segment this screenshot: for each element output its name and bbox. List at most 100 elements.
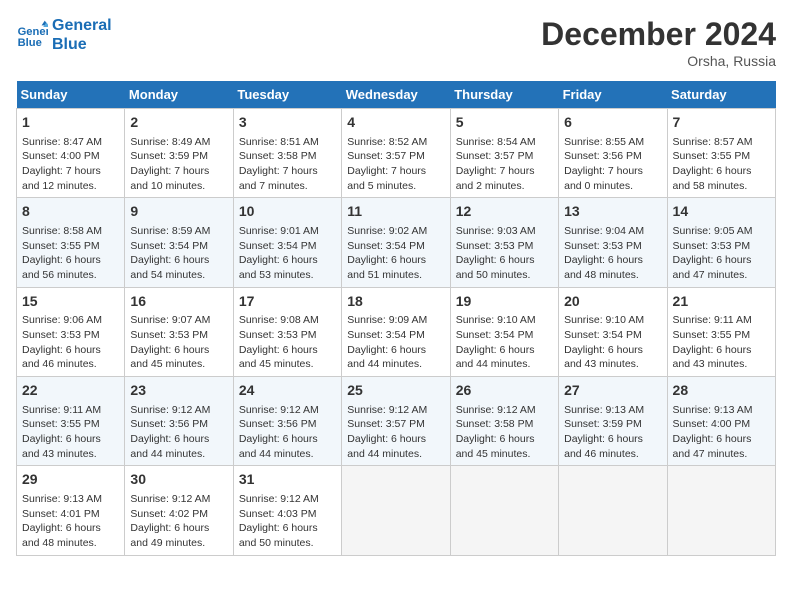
sunset-label: Sunset: 3:59 PM (130, 150, 208, 162)
sunrise-label: Sunrise: 9:09 AM (347, 314, 427, 326)
page-header: General Blue General Blue December 2024 … (16, 16, 776, 69)
daylight-minutes: and 53 minutes. (239, 269, 314, 281)
daylight-minutes: and 5 minutes. (347, 180, 416, 192)
calendar-week-5: 29Sunrise: 9:13 AMSunset: 4:01 PMDayligh… (17, 466, 776, 555)
calendar-cell: 16Sunrise: 9:07 AMSunset: 3:53 PMDayligh… (125, 287, 233, 376)
col-monday: Monday (125, 81, 233, 109)
daylight-minutes: and 47 minutes. (673, 269, 748, 281)
daylight-minutes: and 44 minutes. (347, 358, 422, 370)
daylight-minutes: and 0 minutes. (564, 180, 633, 192)
daylight-label: Daylight: 6 hours (456, 344, 535, 356)
day-number: 8 (22, 202, 119, 222)
sunset-label: Sunset: 3:53 PM (564, 240, 642, 252)
daylight-minutes: and 43 minutes. (673, 358, 748, 370)
title-area: December 2024 Orsha, Russia (541, 16, 776, 69)
calendar-cell: 19Sunrise: 9:10 AMSunset: 3:54 PMDayligh… (450, 287, 558, 376)
sunrise-label: Sunrise: 9:10 AM (564, 314, 644, 326)
calendar-cell: 30Sunrise: 9:12 AMSunset: 4:02 PMDayligh… (125, 466, 233, 555)
sunrise-label: Sunrise: 9:04 AM (564, 225, 644, 237)
daylight-minutes: and 51 minutes. (347, 269, 422, 281)
calendar-cell: 22Sunrise: 9:11 AMSunset: 3:55 PMDayligh… (17, 377, 125, 466)
daylight-minutes: and 46 minutes. (22, 358, 97, 370)
calendar-cell: 29Sunrise: 9:13 AMSunset: 4:01 PMDayligh… (17, 466, 125, 555)
daylight-label: Daylight: 6 hours (564, 433, 643, 445)
col-tuesday: Tuesday (233, 81, 341, 109)
sunset-label: Sunset: 3:57 PM (347, 150, 425, 162)
day-number: 10 (239, 202, 336, 222)
logo-general: General (52, 16, 112, 35)
logo-icon: General Blue (16, 19, 48, 51)
day-number: 28 (673, 381, 770, 401)
sunset-label: Sunset: 4:02 PM (130, 508, 208, 520)
sunset-label: Sunset: 3:54 PM (456, 329, 534, 341)
calendar-cell: 14Sunrise: 9:05 AMSunset: 3:53 PMDayligh… (667, 198, 775, 287)
calendar-cell: 2Sunrise: 8:49 AMSunset: 3:59 PMDaylight… (125, 109, 233, 198)
calendar-cell: 10Sunrise: 9:01 AMSunset: 3:54 PMDayligh… (233, 198, 341, 287)
calendar-cell: 21Sunrise: 9:11 AMSunset: 3:55 PMDayligh… (667, 287, 775, 376)
col-saturday: Saturday (667, 81, 775, 109)
daylight-minutes: and 44 minutes. (456, 358, 531, 370)
daylight-minutes: and 45 minutes. (239, 358, 314, 370)
daylight-minutes: and 50 minutes. (239, 537, 314, 549)
calendar-cell: 8Sunrise: 8:58 AMSunset: 3:55 PMDaylight… (17, 198, 125, 287)
sunrise-label: Sunrise: 9:11 AM (673, 314, 752, 326)
daylight-label: Daylight: 7 hours (347, 165, 426, 177)
col-wednesday: Wednesday (342, 81, 450, 109)
day-number: 24 (239, 381, 336, 401)
calendar-cell: 26Sunrise: 9:12 AMSunset: 3:58 PMDayligh… (450, 377, 558, 466)
daylight-label: Daylight: 7 hours (130, 165, 209, 177)
calendar-cell: 28Sunrise: 9:13 AMSunset: 4:00 PMDayligh… (667, 377, 775, 466)
daylight-minutes: and 10 minutes. (130, 180, 205, 192)
sunset-label: Sunset: 3:54 PM (347, 240, 425, 252)
daylight-label: Daylight: 6 hours (673, 433, 752, 445)
day-number: 7 (673, 113, 770, 133)
day-number: 23 (130, 381, 227, 401)
calendar-cell: 27Sunrise: 9:13 AMSunset: 3:59 PMDayligh… (559, 377, 667, 466)
svg-text:General: General (18, 26, 48, 38)
daylight-minutes: and 50 minutes. (456, 269, 531, 281)
calendar-week-4: 22Sunrise: 9:11 AMSunset: 3:55 PMDayligh… (17, 377, 776, 466)
day-number: 20 (564, 292, 661, 312)
daylight-minutes: and 45 minutes. (456, 448, 531, 460)
sunset-label: Sunset: 4:01 PM (22, 508, 100, 520)
sunset-label: Sunset: 3:57 PM (456, 150, 534, 162)
daylight-label: Daylight: 6 hours (130, 344, 209, 356)
day-number: 6 (564, 113, 661, 133)
sunrise-label: Sunrise: 9:10 AM (456, 314, 536, 326)
calendar-cell: 25Sunrise: 9:12 AMSunset: 3:57 PMDayligh… (342, 377, 450, 466)
sunrise-label: Sunrise: 8:59 AM (130, 225, 210, 237)
calendar-cell (559, 466, 667, 555)
daylight-label: Daylight: 6 hours (347, 254, 426, 266)
day-number: 4 (347, 113, 444, 133)
sunrise-label: Sunrise: 8:54 AM (456, 136, 536, 148)
daylight-label: Daylight: 6 hours (347, 433, 426, 445)
day-number: 1 (22, 113, 119, 133)
sunrise-label: Sunrise: 9:07 AM (130, 314, 210, 326)
calendar-cell: 20Sunrise: 9:10 AMSunset: 3:54 PMDayligh… (559, 287, 667, 376)
day-number: 18 (347, 292, 444, 312)
day-number: 30 (130, 470, 227, 490)
calendar-cell: 7Sunrise: 8:57 AMSunset: 3:55 PMDaylight… (667, 109, 775, 198)
calendar-table: Sunday Monday Tuesday Wednesday Thursday… (16, 81, 776, 556)
logo: General Blue General Blue (16, 16, 112, 54)
daylight-minutes: and 49 minutes. (130, 537, 205, 549)
daylight-label: Daylight: 6 hours (239, 522, 318, 534)
svg-text:Blue: Blue (18, 37, 42, 49)
sunset-label: Sunset: 3:53 PM (239, 329, 317, 341)
daylight-label: Daylight: 6 hours (239, 254, 318, 266)
calendar-week-3: 15Sunrise: 9:06 AMSunset: 3:53 PMDayligh… (17, 287, 776, 376)
sunrise-label: Sunrise: 9:03 AM (456, 225, 536, 237)
sunrise-label: Sunrise: 9:06 AM (22, 314, 102, 326)
location: Orsha, Russia (541, 53, 776, 69)
sunset-label: Sunset: 3:53 PM (22, 329, 100, 341)
sunrise-label: Sunrise: 8:55 AM (564, 136, 644, 148)
sunset-label: Sunset: 3:53 PM (130, 329, 208, 341)
calendar-cell (450, 466, 558, 555)
col-friday: Friday (559, 81, 667, 109)
daylight-minutes: and 48 minutes. (564, 269, 639, 281)
sunrise-label: Sunrise: 9:12 AM (239, 404, 319, 416)
daylight-minutes: and 46 minutes. (564, 448, 639, 460)
calendar-cell: 9Sunrise: 8:59 AMSunset: 3:54 PMDaylight… (125, 198, 233, 287)
daylight-label: Daylight: 7 hours (564, 165, 643, 177)
daylight-minutes: and 43 minutes. (22, 448, 97, 460)
